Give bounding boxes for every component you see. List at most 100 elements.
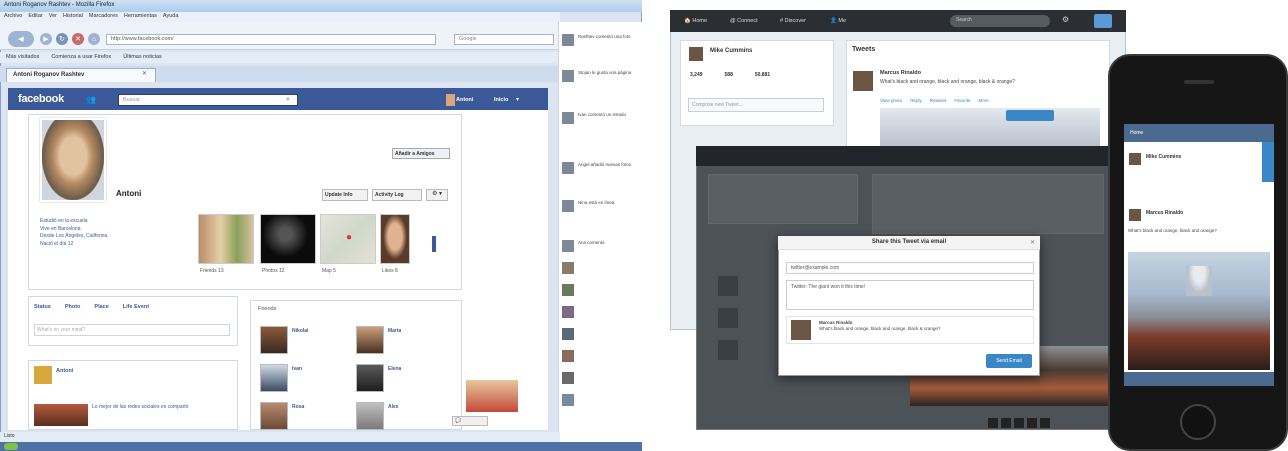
composer-status-tab[interactable]: Status xyxy=(34,304,51,310)
friend-name[interactable]: Elena xyxy=(388,366,401,372)
bookmark-item[interactable]: Comienza a usar Firefox xyxy=(51,54,111,61)
email-message-field[interactable]: Twitter: The giant won it this time! xyxy=(786,280,1034,310)
photos-thumbnail[interactable] xyxy=(260,214,316,264)
email-to-field[interactable]: twitter@example.com xyxy=(786,262,1034,274)
avatar[interactable] xyxy=(562,240,574,252)
view-photo-link[interactable]: View photo xyxy=(880,98,902,103)
likes-thumbnail[interactable] xyxy=(380,214,410,264)
friend-name[interactable]: Marta xyxy=(388,328,401,334)
info-line[interactable]: Vive en Barcelona xyxy=(40,226,190,234)
avatar[interactable] xyxy=(562,350,574,362)
phone-home-tab[interactable]: Home xyxy=(1130,130,1143,136)
friends-header[interactable]: Friends xyxy=(258,306,276,312)
friend-name[interactable]: Ivan xyxy=(292,366,302,372)
avatar[interactable] xyxy=(1128,208,1142,222)
info-line[interactable]: Nació el día 12 xyxy=(40,241,190,249)
url-input[interactable]: http://www.facebook.com/ xyxy=(106,34,436,45)
avatar[interactable] xyxy=(562,394,574,406)
avatar[interactable] xyxy=(562,306,574,318)
thumbnail[interactable] xyxy=(988,418,998,428)
ticker-item[interactable]: Stojan le gusta una página xyxy=(578,70,638,76)
avatar[interactable] xyxy=(446,94,455,106)
avatar[interactable] xyxy=(562,372,574,384)
phone-tweet-author[interactable]: Marcus Rinaldo xyxy=(1146,210,1183,216)
browser-search-input[interactable]: Google xyxy=(454,34,554,45)
forward-icon[interactable]: ▶ xyxy=(40,33,52,45)
send-email-button[interactable]: Send Email xyxy=(986,354,1032,368)
avatar[interactable] xyxy=(562,34,574,46)
nav-discover[interactable]: # Discover xyxy=(780,18,806,24)
friend-name[interactable]: Rosa xyxy=(292,404,304,410)
thumbnail-label[interactable]: Friends 13 xyxy=(200,268,224,274)
facebook-logo[interactable]: facebook xyxy=(18,93,64,105)
post-author[interactable]: Antoni xyxy=(56,368,73,374)
nav-connect[interactable]: @ Connect xyxy=(730,18,758,24)
compose-input[interactable]: Compose new Tweet... xyxy=(688,98,824,112)
home-icon[interactable]: ⌂ xyxy=(88,33,100,45)
thumbnail-label[interactable]: Map 5 xyxy=(322,268,336,274)
profile-picture[interactable] xyxy=(40,118,106,202)
activity-log-button[interactable]: Activity Log xyxy=(372,189,422,201)
facebook-search-input[interactable]: Buscar xyxy=(118,94,298,106)
avatar[interactable] xyxy=(852,70,874,92)
followers-count[interactable]: 50,881 xyxy=(755,72,770,78)
reply-link[interactable]: Reply xyxy=(910,98,922,103)
status-input[interactable]: What's on your mind? xyxy=(34,324,230,336)
thumbnail-label[interactable]: Likes 8 xyxy=(382,268,398,274)
tweet-count[interactable]: 3,249 xyxy=(690,72,703,78)
menu-item[interactable]: Archivo xyxy=(4,13,22,21)
avatar[interactable] xyxy=(562,328,574,340)
ticker-item[interactable]: Angel añadió nuevas fotos xyxy=(578,162,638,168)
browser-tab[interactable]: Antoni Roganov Rashtev xyxy=(6,68,156,82)
avatar[interactable] xyxy=(356,326,384,354)
thumbnail[interactable] xyxy=(1027,418,1037,428)
favorite-link[interactable]: Favorite xyxy=(954,98,970,103)
ad-image[interactable] xyxy=(466,380,518,412)
reload-icon[interactable]: ↻ xyxy=(56,33,68,45)
bookmark-item[interactable]: Últimas noticias xyxy=(123,54,162,61)
ticker-item[interactable]: Ivan comentó un estado xyxy=(578,112,638,118)
friends-thumbnail[interactable] xyxy=(198,214,254,264)
gear-icon[interactable]: ⚙ ▾ xyxy=(426,189,448,201)
send-email-button-back[interactable] xyxy=(1006,110,1054,121)
chevron-down-icon[interactable]: ▾ xyxy=(516,96,519,103)
avatar[interactable] xyxy=(260,326,288,354)
friend-requests-icon[interactable]: 👥 xyxy=(86,95,96,104)
tweet-author[interactable]: Marcus Rinaldo xyxy=(880,70,921,76)
post-text[interactable]: Lo mejor de las redes sociales es compar… xyxy=(92,404,232,411)
thumbnail[interactable] xyxy=(1001,418,1011,428)
tweet-photo[interactable] xyxy=(880,108,1100,148)
menu-item[interactable]: Ver xyxy=(49,13,57,21)
header-user-name[interactable]: Antoni xyxy=(456,97,473,103)
start-button[interactable] xyxy=(4,443,18,450)
nav-home[interactable]: 🏠 Home xyxy=(684,18,707,24)
stop-icon[interactable]: ✕ xyxy=(72,33,84,45)
avatar[interactable] xyxy=(356,402,384,430)
friend-name[interactable]: Alex xyxy=(388,404,399,410)
avatar[interactable] xyxy=(260,364,288,392)
composer-photo-tab[interactable]: Photo xyxy=(65,304,81,310)
thumbnail-label[interactable]: Photos 12 xyxy=(262,268,285,274)
avatar[interactable] xyxy=(562,200,574,212)
search-icon[interactable]: ⌕ xyxy=(286,96,290,104)
phone-home-button[interactable] xyxy=(1180,404,1216,440)
thumbnail[interactable] xyxy=(1014,418,1024,428)
close-icon[interactable]: ✕ xyxy=(1030,239,1035,246)
avatar[interactable] xyxy=(688,46,704,62)
avatar[interactable] xyxy=(260,402,288,430)
compose-tweet-button[interactable] xyxy=(1094,14,1112,28)
avatar[interactable] xyxy=(34,366,52,384)
twitter-search-input[interactable]: Search xyxy=(950,15,1050,27)
menu-item[interactable]: Historial xyxy=(63,13,83,21)
composer-life-event-tab[interactable]: Life Event xyxy=(123,304,149,310)
back-icon[interactable]: ◀ xyxy=(8,31,34,47)
avatar[interactable] xyxy=(562,162,574,174)
more-link[interactable]: More xyxy=(978,98,988,103)
avatar[interactable] xyxy=(562,262,574,274)
composer-place-tab[interactable]: Place xyxy=(94,304,108,310)
friend-name[interactable]: Nikolai xyxy=(292,328,308,334)
avatar[interactable] xyxy=(1128,152,1142,166)
nav-me[interactable]: 👤 Me xyxy=(830,18,846,24)
ticker-item[interactable]: Ana comentó xyxy=(578,240,638,246)
update-info-button[interactable]: Update Info xyxy=(322,189,368,201)
